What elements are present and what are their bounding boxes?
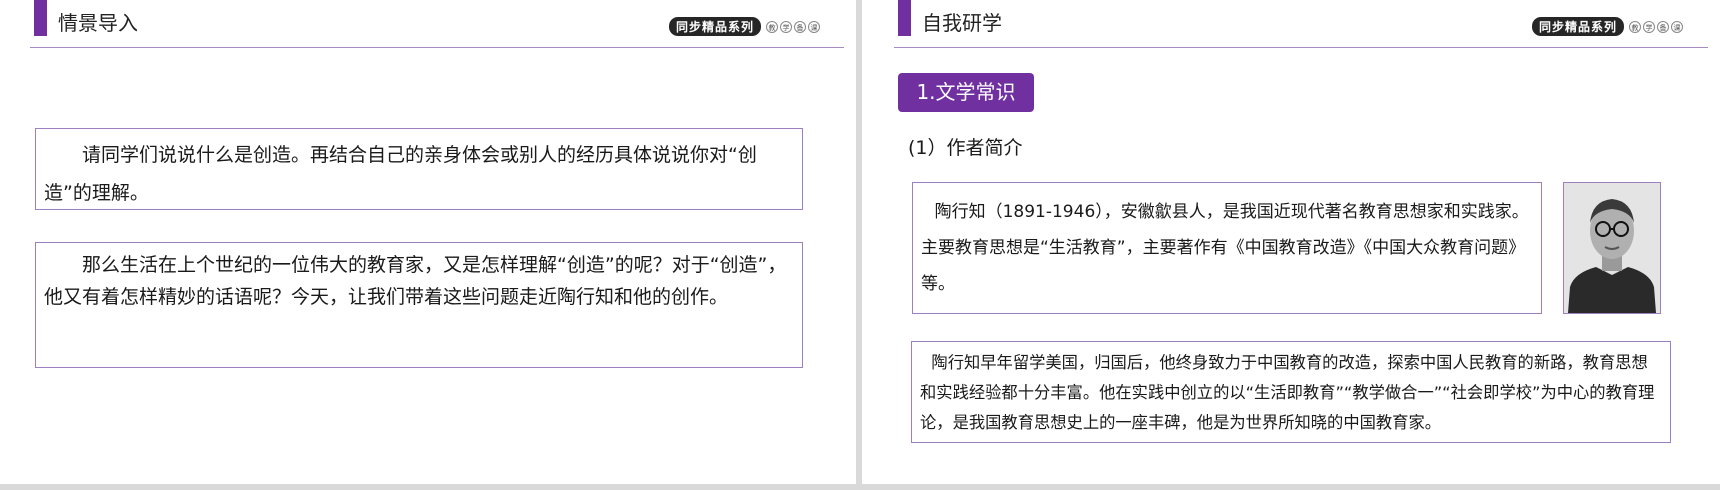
portrait-illustration [1564, 183, 1660, 313]
question-box: 请同学们说说什么是创造。再结合自己的亲身体会或别人的经历具体说说你对“创造”的理… [35, 128, 803, 210]
slide-title: 情景导入 [58, 11, 138, 35]
author-life-box: 陶行知早年留学美国，归国后，他终身致力于中国教育的改造，探索中国人民教育的新路，… [911, 341, 1671, 443]
slide-right: 自我研学 同步精品系列 教 学 备 课 1.文学常识 (1）作者简介 陶行知（1… [862, 0, 1720, 484]
header-divider [894, 47, 1708, 48]
author-life-text: 陶行知早年留学美国，归国后，他终身致力于中国教育的改造，探索中国人民教育的新路，… [920, 353, 1655, 432]
author-portrait [1563, 182, 1661, 314]
series-badge-label: 同步精品系列 [669, 17, 762, 36]
section-tag: 1.文学常识 [898, 73, 1034, 112]
series-badge-subtitle: 教 学 备 课 [1627, 20, 1684, 33]
series-badge: 同步精品系列 教 学 备 课 [1532, 17, 1684, 36]
intro-text: 那么生活在上个世纪的一位伟大的教育家，又是怎样理解“创造”的呢？对于“创造”，他… [44, 254, 787, 308]
badge-char: 教 [1629, 20, 1642, 33]
badge-char: 学 [1643, 20, 1656, 33]
slide-title: 自我研学 [922, 11, 1002, 35]
author-bio-box: 陶行知（1891-1946），安徽歙县人，是我国近现代著名教育思想家和实践家。主… [912, 182, 1542, 314]
badge-char: 备 [794, 20, 807, 33]
title-accent-bar [898, 0, 911, 36]
badge-char: 备 [1657, 20, 1670, 33]
slide-left: 情景导入 同步精品系列 教 学 备 课 请同学们说说什么是创造。再结合自己的亲身… [0, 0, 856, 484]
header-divider [30, 47, 844, 48]
badge-char: 教 [766, 20, 779, 33]
series-badge-subtitle: 教 学 备 课 [764, 20, 821, 33]
series-badge-label: 同步精品系列 [1532, 17, 1625, 36]
title-accent-bar [34, 0, 47, 36]
intro-box: 那么生活在上个世纪的一位伟大的教育家，又是怎样理解“创造”的呢？对于“创造”，他… [35, 242, 803, 368]
badge-char: 课 [808, 20, 821, 33]
series-badge: 同步精品系列 教 学 备 课 [669, 17, 821, 36]
author-bio-text: 陶行知（1891-1946），安徽歙县人，是我国近现代著名教育思想家和实践家。主… [921, 202, 1529, 294]
badge-char: 学 [780, 20, 793, 33]
question-text: 请同学们说说什么是创造。再结合自己的亲身体会或别人的经历具体说说你对“创造”的理… [44, 144, 757, 204]
badge-char: 课 [1671, 20, 1684, 33]
subheading: (1）作者简介 [908, 137, 1023, 159]
